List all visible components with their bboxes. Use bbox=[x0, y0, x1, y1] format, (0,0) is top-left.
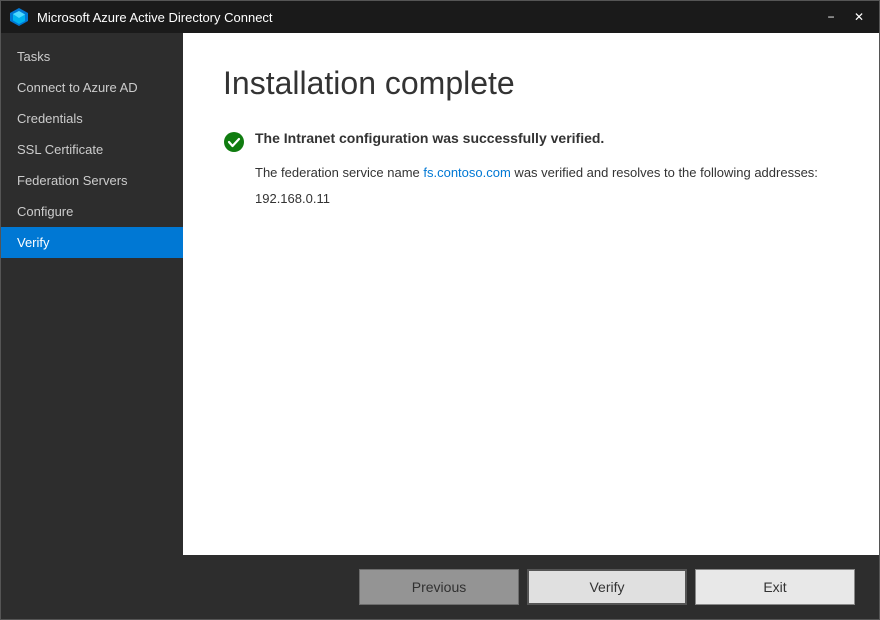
sidebar-item-credentials[interactable]: Credentials bbox=[1, 103, 183, 134]
sidebar-item-connect-azure[interactable]: Connect to Azure AD bbox=[1, 72, 183, 103]
window-title: Microsoft Azure Active Directory Connect bbox=[37, 10, 819, 25]
sidebar: Tasks Connect to Azure AD Credentials SS… bbox=[1, 33, 183, 555]
content-body: Installation complete The Intranet confi… bbox=[183, 33, 879, 555]
close-button[interactable]: ✕ bbox=[847, 7, 871, 27]
success-row: The Intranet configuration was successfu… bbox=[223, 130, 839, 153]
sidebar-item-ssl-cert[interactable]: SSL Certificate bbox=[1, 134, 183, 165]
ip-address: 192.168.0.11 bbox=[255, 191, 839, 206]
minimize-button[interactable]: − bbox=[819, 7, 843, 27]
window-controls: − ✕ bbox=[819, 7, 871, 27]
page-title: Installation complete bbox=[223, 65, 839, 102]
sidebar-item-verify[interactable]: Verify bbox=[1, 227, 183, 258]
description-text: The federation service name fs.contoso.c… bbox=[255, 163, 839, 183]
federation-service-link[interactable]: fs.contoso.com bbox=[423, 165, 510, 180]
exit-button[interactable]: Exit bbox=[695, 569, 855, 605]
success-message: The Intranet configuration was successfu… bbox=[255, 130, 604, 146]
verify-button[interactable]: Verify bbox=[527, 569, 687, 605]
sidebar-item-fed-servers[interactable]: Federation Servers bbox=[1, 165, 183, 196]
check-circle-icon bbox=[223, 131, 245, 153]
title-bar: Microsoft Azure Active Directory Connect… bbox=[1, 1, 879, 33]
main-area: Tasks Connect to Azure AD Credentials SS… bbox=[1, 33, 879, 555]
sidebar-item-configure[interactable]: Configure bbox=[1, 196, 183, 227]
app-icon bbox=[9, 7, 29, 27]
content-area: Installation complete The Intranet confi… bbox=[183, 33, 879, 555]
footer: Previous Verify Exit bbox=[1, 555, 879, 619]
app-window: Microsoft Azure Active Directory Connect… bbox=[0, 0, 880, 620]
previous-button[interactable]: Previous bbox=[359, 569, 519, 605]
sidebar-item-tasks[interactable]: Tasks bbox=[1, 41, 183, 72]
